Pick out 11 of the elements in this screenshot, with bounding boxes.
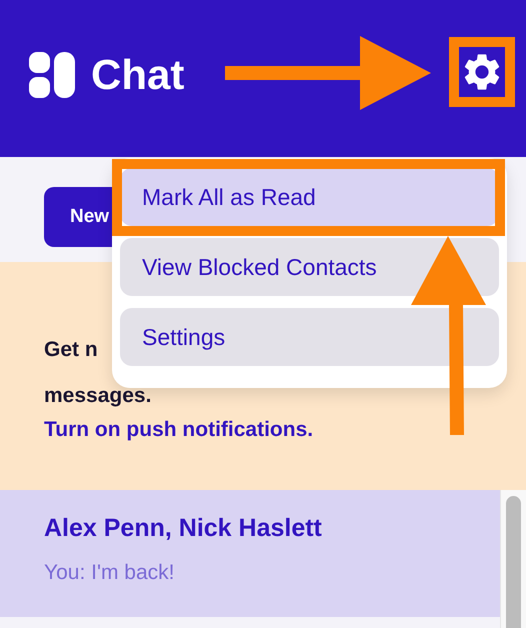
push-notifications-link[interactable]: Turn on push notifications. [44,418,314,441]
banner-text: Get n [44,337,98,363]
menu-item[interactable]: View Blocked Contacts [120,238,499,296]
highlight-frame [449,37,515,107]
conversation-title: Alex Penn, Nick Haslett [44,514,323,543]
logo-icon [29,52,75,98]
conversation-row[interactable]: Alex Penn, Nick Haslett You: I'm back! [0,490,500,617]
message-preview: You: I'm back! [44,561,176,585]
menu-item[interactable]: Settings [120,308,499,366]
banner-text: messages. [44,383,152,409]
app-title: Chat [91,50,184,98]
